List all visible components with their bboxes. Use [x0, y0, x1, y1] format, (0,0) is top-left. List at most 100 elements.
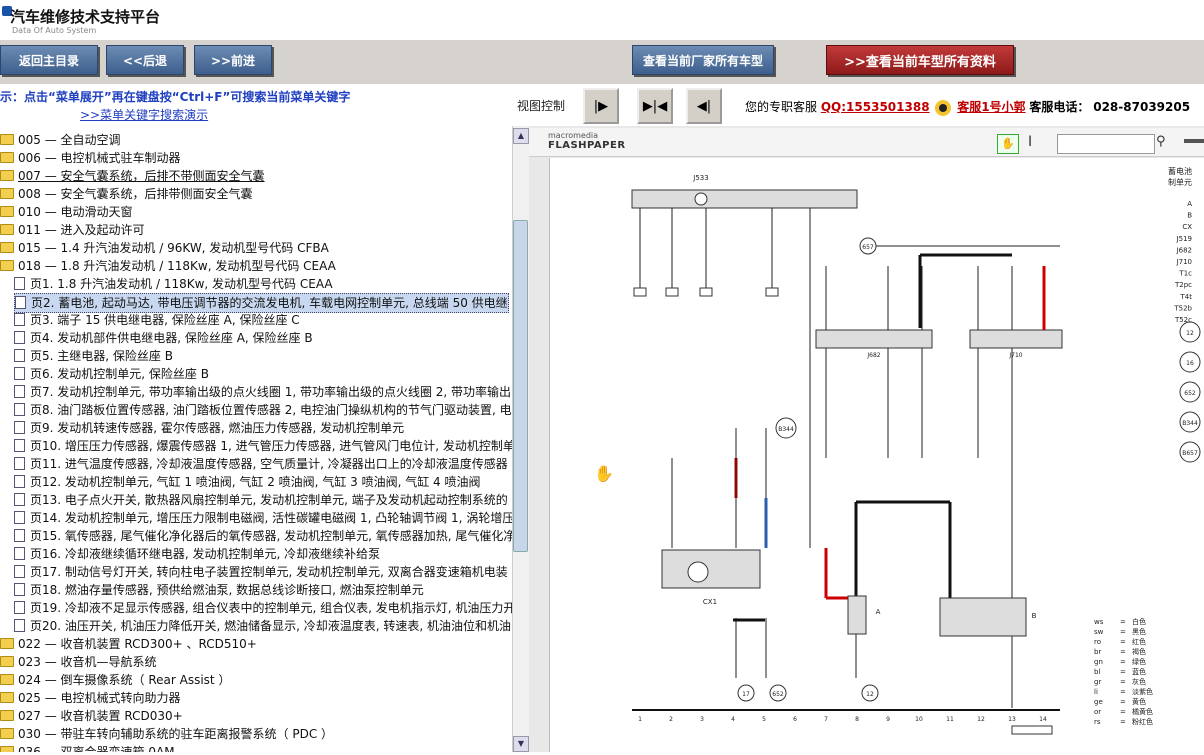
customer-service-info: 您的专职客服 QQ:1553501388 客服1号小郭 客服电话： 028-87… [745, 98, 1190, 116]
text-cursor-icon[interactable]: I [1028, 134, 1032, 150]
tree-page[interactable]: 页15. 氧传感器, 尾气催化净化器后的氧传感器, 发动机控制单元, 氧传感器加… [14, 527, 512, 545]
cs-qq-link[interactable]: QQ:1553501388 [821, 100, 930, 114]
diagram-label: ge [1094, 698, 1103, 706]
folder-icon [0, 206, 14, 217]
folder-icon [0, 638, 14, 649]
tree-folder[interactable]: 006 — 电控机械式驻车制动器 [0, 149, 181, 167]
expand-left-button[interactable]: ◀| [686, 88, 722, 124]
page-icon [14, 601, 25, 614]
viewer-minimize-icon[interactable] [1184, 139, 1204, 143]
diagram-label: 16 [1186, 360, 1194, 367]
tree-folder[interactable]: 024 — 倒车摄像系统（ Rear Assist ） [0, 671, 230, 689]
diagram-label: B [1187, 212, 1192, 220]
tree-page[interactable]: 页17. 制动信号灯开关, 转向柱电子装置控制单元, 发动机控制单元, 双离合器… [14, 563, 508, 581]
diagram-label: = [1120, 698, 1126, 706]
tree-folder[interactable]: 018 — 1.8 升汽油发动机 / 118Kw, 发动机型号代码 CEAA [0, 257, 336, 275]
forward-button[interactable]: >>前进 [194, 45, 272, 75]
scroll-up-icon[interactable]: ▲ [513, 128, 529, 144]
wiring-diagram-page[interactable]: J533 CX1 A B 657 B344 17 652 12 J682 J710 1 2 3 4 5 6 7 8 9… [549, 158, 1204, 752]
tree-page[interactable]: 页19. 冷却液不足显示传感器, 组合仪表中的控制单元, 组合仪表, 发电机指示… [14, 599, 512, 617]
folder-icon [0, 224, 14, 235]
tree-page[interactable]: 页10. 增压压力传感器, 爆震传感器 1, 进气管压力传感器, 进气管风门电位… [14, 437, 512, 455]
tree-page[interactable]: 页14. 发动机控制单元, 增压压力限制电磁阀, 活性碳罐电磁阀 1, 凸轮轴调… [14, 509, 513, 527]
viewer-search-input[interactable] [1057, 134, 1155, 154]
folder-icon [0, 656, 14, 667]
folder-icon [0, 170, 14, 181]
tree-folder[interactable]: 025 — 电控机械式转向助力器 [0, 689, 181, 707]
tree-page[interactable]: 页12. 发动机控制单元, 气缸 1 喷油阀, 气缸 2 喷油阀, 气缸 3 喷… [14, 473, 480, 491]
tree-page[interactable]: 页7. 发动机控制单元, 带功率输出级的点火线圈 1, 带功率输出级的点火线圈 … [14, 383, 511, 401]
tree-page[interactable]: 页6. 发动机控制单元, 保险丝座 B [14, 365, 209, 383]
tree-item-label: 页9. 发动机转速传感器, 霍尔传感器, 燃油压力传感器, 发动机控制单元 [30, 421, 405, 435]
app-subtitle: Data Of Auto System [12, 26, 97, 35]
tree-folder[interactable]: 030 — 带驻车转向辅助系统的驻车距离报警系统（ PDC ） [0, 725, 333, 743]
tree-item-label: 页3. 端子 15 供电继电器, 保险丝座 A, 保险丝座 C [30, 313, 300, 327]
split-view-button[interactable]: ▶|◀ [637, 88, 673, 124]
back-button[interactable]: <<后退 [106, 45, 184, 75]
diagram-label: = [1120, 648, 1126, 656]
component-b [939, 597, 1027, 637]
tree-folder[interactable]: 011 — 进入及起动许可 [0, 221, 145, 239]
tree-page[interactable]: 页3. 端子 15 供电继电器, 保险丝座 A, 保险丝座 C [14, 311, 300, 329]
page-icon [14, 493, 25, 506]
tree-page[interactable]: 页9. 发动机转速传感器, 霍尔传感器, 燃油压力传感器, 发动机控制单元 [14, 419, 404, 437]
search-demo-link[interactable]: >>菜单关键字搜索演示 [80, 106, 208, 123]
tree-folder[interactable]: 023 — 收音机—导航系统 [0, 653, 157, 671]
tree-folder[interactable]: 007 — 安全气囊系统，后排不带侧面安全气囊 [0, 167, 265, 185]
tree-item-label: 页5. 主继电器, 保险丝座 B [30, 349, 173, 363]
tree-item-label: 025 — 电控机械式转向助力器 [18, 691, 181, 705]
tree-page[interactable]: 页5. 主继电器, 保险丝座 B [14, 347, 173, 365]
tree-folder[interactable]: 022 — 收音机装置 RCD300+ 、RCD510+ [0, 635, 257, 653]
cs-name-link[interactable]: 客服1号小郭 [957, 100, 1025, 114]
tree-item-label: 页18. 燃油存量传感器, 预供给燃油泵, 数据总线诊断接口, 燃油泵控制单元 [30, 583, 424, 597]
tree-page[interactable]: 页2. 蓄电池, 起动马达, 带电压调节器的交流发电机, 车载电网控制单元, 总… [14, 293, 509, 313]
tree-item-label: 页17. 制动信号灯开关, 转向柱电子装置控制单元, 发动机控制单元, 双离合器… [30, 565, 508, 579]
current-model-button[interactable]: >>查看当前车型所有资料 [826, 45, 1014, 75]
tree-item-label: 030 — 带驻车转向辅助系统的驻车距离报警系统（ PDC ） [18, 727, 334, 741]
diagram-label: 6 [793, 716, 797, 723]
magnifier-icon[interactable]: ⚲ [1156, 134, 1166, 149]
diagram-label: T1c [1178, 270, 1192, 278]
page-icon [14, 547, 25, 560]
page-icon [14, 313, 25, 326]
tree-page[interactable]: 页8. 油门踏板位置传感器, 油门踏板位置传感器 2, 电控油门操纵机构的节气门… [14, 401, 512, 419]
diagram-label: 8 [855, 716, 859, 723]
tree-page[interactable]: 页18. 燃油存量传感器, 预供给燃油泵, 数据总线诊断接口, 燃油泵控制单元 [14, 581, 424, 599]
tree-page[interactable]: 页1. 1.8 升汽油发动机 / 118Kw, 发动机型号代码 CEAA [14, 275, 333, 293]
tree-folder[interactable]: 008 — 安全气囊系统，后排带侧面安全气囊 [0, 185, 253, 203]
tree-item-label: 027 — 收音机装置 RCD030+ [18, 709, 183, 723]
diagram-label: A [1187, 200, 1192, 208]
diagram-label: A [876, 608, 881, 616]
tree-page[interactable]: 页4. 发动机部件供电继电器, 保险丝座 A, 保险丝座 B [14, 329, 313, 347]
app-header: 汽车维修技术支持平台 Data Of Auto System [0, 0, 1204, 40]
diagram-label: = [1120, 658, 1126, 666]
expand-right-button[interactable]: |▶ [583, 88, 619, 124]
home-button[interactable]: 返回主目录 [0, 45, 98, 75]
tree-item-label: 005 — 全自动空调 [18, 133, 121, 147]
tree-folder[interactable]: 005 — 全自动空调 [0, 131, 121, 149]
connector [665, 287, 679, 297]
tree-item-label: 页13. 电子点火开关, 散热器风扇控制单元, 发动机控制单元, 端子及发动机起… [30, 493, 508, 507]
tree-folder[interactable]: 027 — 收音机装置 RCD030+ [0, 707, 183, 725]
tree-item-label: 页20. 油压开关, 机油压力降低开关, 燃油储备显示, 冷却液温度表, 转速表… [30, 619, 512, 633]
tree-scroll-thumb[interactable] [513, 220, 528, 552]
all-models-button[interactable]: 查看当前厂家所有车型 [632, 45, 774, 75]
tree-page[interactable]: 页11. 进气温度传感器, 冷却液温度传感器, 空气质量计, 冷凝器出口上的冷却… [14, 455, 508, 473]
tree-folder[interactable]: 015 — 1.4 升汽油发动机 / 96KW, 发动机型号代码 CFBA [0, 239, 329, 257]
scroll-down-icon[interactable]: ▼ [513, 736, 529, 752]
diagram-label: 652 [1184, 390, 1196, 397]
qq-penguin-icon [935, 99, 952, 116]
diagram-label: 12 [866, 691, 874, 698]
tree-item-label: 页1. 1.8 升汽油发动机 / 118Kw, 发动机型号代码 CEAA [30, 277, 333, 291]
diagram-label: 灰色 [1132, 677, 1146, 686]
wiring-diagram: J533CX1A B657B34417 652 12J682 J7101 2 3 4 5 6 7 8 9… [631, 166, 1201, 735]
tree-page[interactable]: 页20. 油压开关, 机油压力降低开关, 燃油储备显示, 冷却液温度表, 转速表… [14, 617, 511, 635]
hand-tool-icon[interactable]: ✋ [997, 134, 1019, 154]
tree-page[interactable]: 页13. 电子点火开关, 散热器风扇控制单元, 发动机控制单元, 端子及发动机起… [14, 491, 508, 509]
flashpaper-brand: FLASHPAPER [548, 140, 626, 151]
tree-folder[interactable]: 036 — 双离合器变速箱 0AM [0, 743, 175, 752]
diagram-label: 粉红色 [1132, 717, 1153, 726]
tree-item-label: 页14. 发动机控制单元, 增压压力限制电磁阀, 活性碳罐电磁阀 1, 凸轮轴调… [30, 511, 513, 525]
tree-folder[interactable]: 010 — 电动滑动天窗 [0, 203, 133, 221]
tree-page[interactable]: 页16. 冷却液继续循环继电器, 发动机控制单元, 冷却液继续补给泵 [14, 545, 380, 563]
